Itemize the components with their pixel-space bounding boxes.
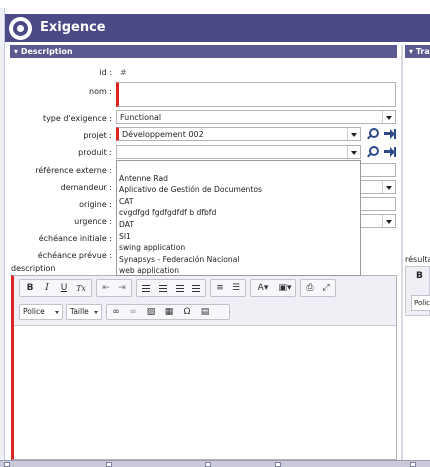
paste-icon[interactable]: ▤ bbox=[198, 306, 212, 319]
indent-icon[interactable]: ⇥ bbox=[115, 282, 129, 295]
maximize-icon[interactable]: ⤢ bbox=[319, 282, 333, 295]
scroll-tick bbox=[410, 462, 416, 467]
align-center-icon[interactable] bbox=[156, 282, 170, 295]
produit-option[interactable]: CAT bbox=[117, 196, 360, 208]
projet-select[interactable]: Développement 002 bbox=[116, 127, 361, 141]
produit-select[interactable] bbox=[116, 145, 361, 159]
id-label: id : bbox=[99, 68, 112, 77]
background-color-icon[interactable]: ▣▾ bbox=[275, 282, 295, 295]
goto-arrow-icon[interactable] bbox=[384, 128, 396, 140]
produit-option[interactable]: Synapsys - Federación Nacional bbox=[117, 254, 360, 266]
align-right-icon[interactable] bbox=[173, 282, 187, 295]
demandeur-label: demandeur : bbox=[60, 183, 112, 192]
produit-option[interactable] bbox=[117, 161, 360, 173]
scroll-tick bbox=[4, 462, 10, 467]
description-label: description bbox=[11, 264, 56, 273]
produit-option[interactable]: Antenne Rad bbox=[117, 173, 360, 185]
resultat-label: résulta bbox=[405, 255, 430, 264]
right-section-title: Tra bbox=[415, 47, 430, 56]
produit-option[interactable]: swing application bbox=[117, 242, 360, 254]
type-select-value: Functional bbox=[120, 113, 162, 122]
description-section-header[interactable]: ▾ Description bbox=[10, 45, 397, 58]
produit-label: produit : bbox=[78, 148, 112, 157]
outdent-icon[interactable]: ⇤ bbox=[99, 282, 113, 295]
justify-icon[interactable] bbox=[189, 282, 203, 295]
bottom-scrollbar[interactable] bbox=[0, 460, 430, 467]
format-group: B I U Tx bbox=[19, 279, 92, 297]
produit-dropdown-list[interactable]: Antenne Rad Aplicativo de Gestión de Doc… bbox=[116, 160, 361, 276]
image-icon[interactable]: ▨ bbox=[144, 306, 158, 319]
echeance-initiale-label: échéance initiale : bbox=[38, 234, 112, 243]
color-group: A▾ ▣▾ bbox=[250, 279, 296, 297]
font-size-select[interactable]: Taille bbox=[66, 304, 102, 320]
search-icon[interactable] bbox=[366, 146, 379, 158]
reference-label: référence externe : bbox=[35, 166, 112, 175]
description-section-title: Description bbox=[20, 47, 73, 56]
echeance-prevue-label: échéance prévue : bbox=[37, 251, 112, 260]
bold-button[interactable]: B bbox=[23, 282, 37, 295]
special-char-button[interactable]: Ω bbox=[180, 306, 194, 319]
misc-group: ⎙ ⤢ bbox=[300, 279, 336, 297]
scroll-tick bbox=[106, 462, 112, 467]
link-icon[interactable]: ∞ bbox=[109, 306, 123, 319]
align-left-icon[interactable] bbox=[139, 282, 153, 295]
bulleted-list-icon[interactable]: ☰ bbox=[229, 282, 243, 295]
insert-group: ∞ ∞ ▨ ▦ Ω ▤ bbox=[106, 304, 230, 320]
description-editor[interactable]: B I U Tx ⇤ ⇥ ≡ ☰ A▾ ▣▾ ⎙ ⤢ Police Taille bbox=[11, 275, 397, 460]
chevron-down-icon[interactable] bbox=[382, 215, 395, 227]
produit-option[interactable]: DAT bbox=[117, 219, 360, 231]
indent-group: ⇤ ⇥ bbox=[96, 279, 132, 297]
nom-label: nom : bbox=[89, 87, 112, 96]
list-group: ≡ ☰ bbox=[210, 279, 246, 297]
urgence-label: urgence : bbox=[74, 217, 112, 226]
numbered-list-icon[interactable]: ≡ bbox=[213, 282, 227, 295]
id-value: # bbox=[120, 68, 127, 77]
table-icon[interactable]: ▦ bbox=[162, 306, 176, 319]
chevron-down-icon[interactable] bbox=[347, 128, 360, 140]
right-section-header[interactable]: ▾ Tra bbox=[405, 45, 430, 58]
editor-toolbar: B I U Tx ⇤ ⇥ ≡ ☰ A▾ ▣▾ ⎙ ⤢ Police Taille bbox=[14, 276, 396, 326]
chevron-down-icon[interactable] bbox=[382, 111, 395, 123]
search-icon[interactable] bbox=[366, 128, 379, 140]
print-icon[interactable]: ⎙ bbox=[303, 282, 317, 295]
scroll-tick bbox=[275, 462, 281, 467]
underline-button[interactable]: U bbox=[57, 282, 71, 295]
type-select[interactable]: Functional bbox=[116, 110, 396, 124]
unlink-icon[interactable]: ∞ bbox=[126, 306, 140, 319]
chevron-down-icon[interactable] bbox=[347, 146, 360, 158]
scroll-tick bbox=[205, 462, 211, 467]
requirement-icon bbox=[9, 17, 32, 40]
font-family-select[interactable]: Police bbox=[19, 304, 63, 320]
clear-format-button[interactable]: Tx bbox=[74, 282, 88, 295]
window-title: Exigence bbox=[40, 20, 106, 35]
produit-option[interactable]: SI1 bbox=[117, 231, 360, 243]
font-family-select[interactable]: Polic bbox=[411, 295, 430, 311]
panel-divider[interactable] bbox=[401, 45, 403, 460]
window-titlebar: Exigence bbox=[0, 0, 430, 467]
produit-option[interactable]: Aplicativo de Gestión de Documentos bbox=[117, 184, 360, 196]
italic-button[interactable]: I bbox=[40, 282, 54, 295]
goto-arrow-icon[interactable] bbox=[384, 146, 396, 158]
nom-input[interactable] bbox=[116, 82, 396, 107]
produit-option[interactable]: cvgdfgd fgdfgdfdf b dfbfd bbox=[117, 207, 360, 219]
projet-select-value: Développement 002 bbox=[122, 130, 204, 139]
bold-button[interactable]: B bbox=[416, 271, 423, 281]
resultat-editor-toolbar: B Polic bbox=[405, 266, 430, 316]
origine-label: origine : bbox=[79, 200, 112, 209]
chevron-down-icon[interactable] bbox=[382, 181, 395, 193]
align-group bbox=[136, 279, 206, 297]
text-color-icon[interactable]: A▾ bbox=[253, 282, 273, 295]
projet-label: projet : bbox=[83, 131, 112, 140]
type-label: type d'exigence : bbox=[42, 114, 112, 123]
produit-option[interactable]: web application bbox=[117, 265, 360, 277]
